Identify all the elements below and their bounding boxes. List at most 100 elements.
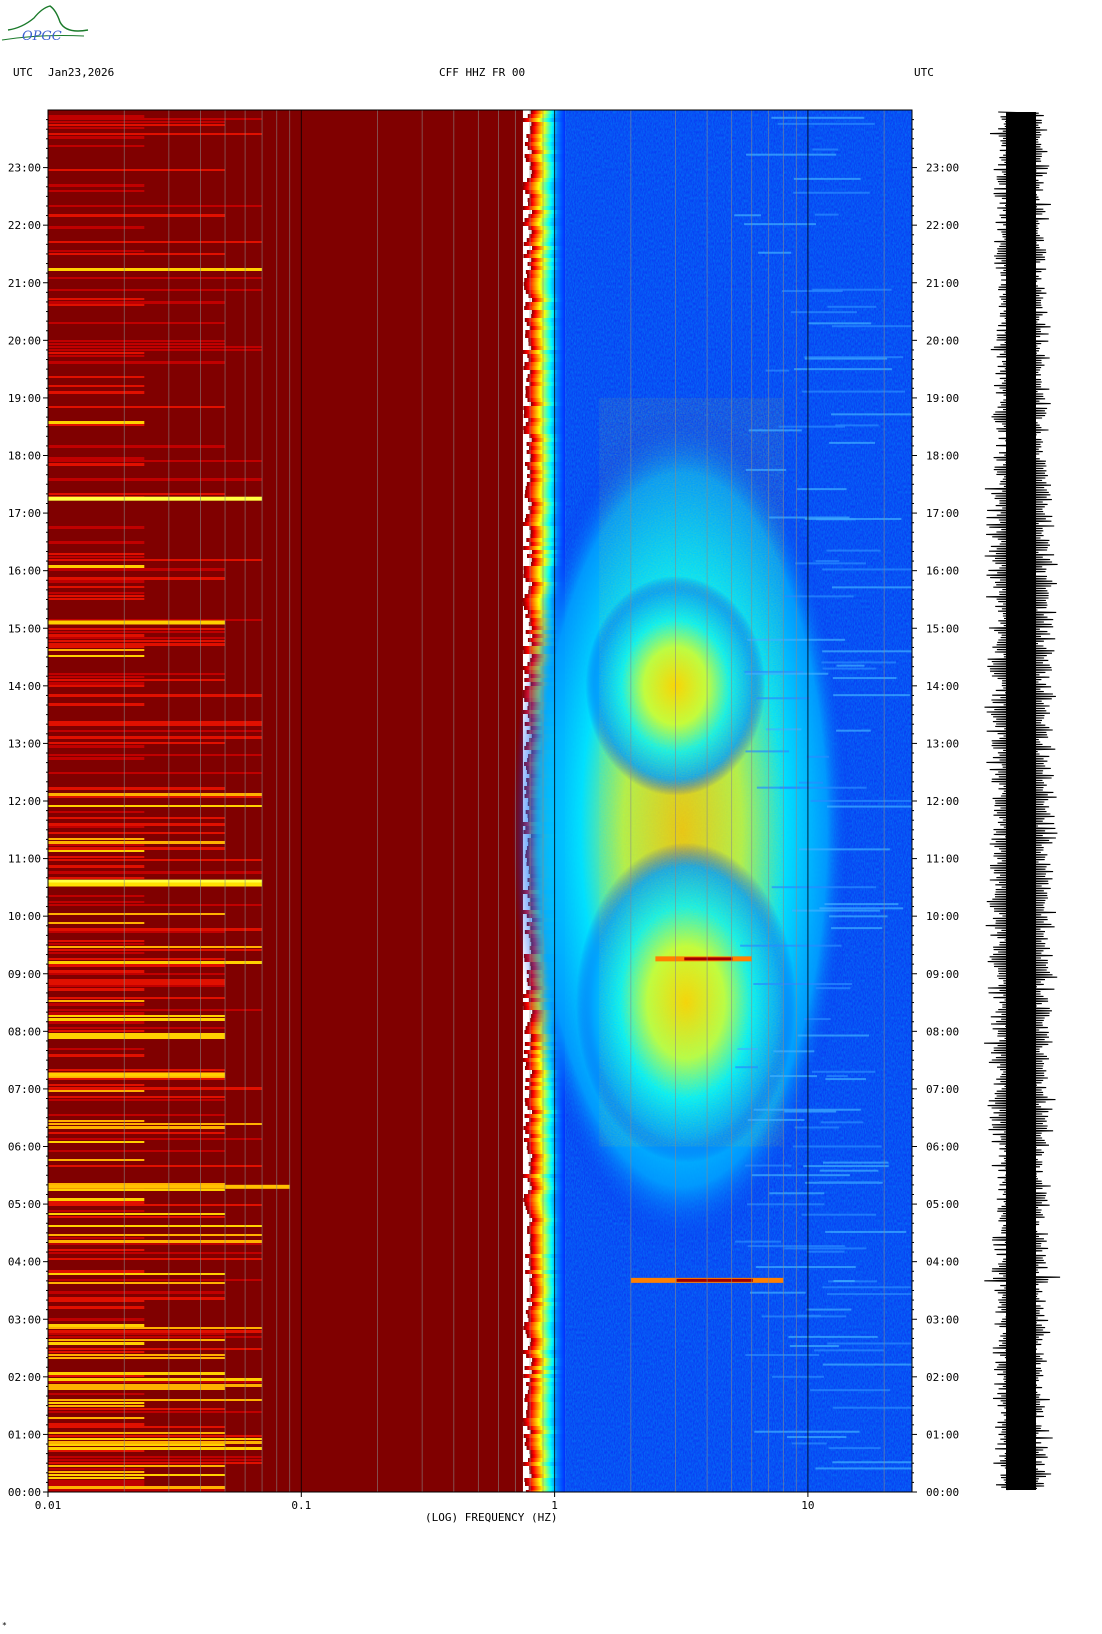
heatmap-streak (48, 871, 263, 874)
heatmap-transition (525, 330, 566, 334)
heatmap-hf-streak (815, 1467, 912, 1470)
heatmap-streak (48, 895, 145, 897)
heatmap-streak (48, 637, 226, 639)
heatmap-speckle (599, 397, 784, 1147)
heatmap-transition (529, 370, 566, 374)
heatmap-transition (525, 334, 566, 338)
y-tick-label-left: 05:00 (8, 1198, 41, 1211)
heatmap-transition (522, 1418, 566, 1422)
heatmap-transition (530, 1430, 566, 1434)
heatmap-transition (530, 1158, 566, 1162)
heatmap-hf-streak (740, 944, 842, 947)
heatmap-transition (526, 442, 566, 446)
heatmap-streak (48, 1393, 145, 1395)
heatmap-transition (524, 1202, 566, 1206)
heatmap-hf-streak (788, 1335, 878, 1338)
heatmap-transition (531, 210, 566, 214)
heatmap-streak (48, 424, 145, 426)
heatmap-transition (527, 1150, 566, 1154)
y-tick-label-right: 04:00 (926, 1256, 959, 1269)
heatmap-hf-streak (771, 886, 877, 889)
heatmap-streak (48, 973, 226, 975)
heatmap-transition (529, 166, 566, 170)
heatmap-transition (529, 434, 566, 438)
heatmap-streak (48, 322, 226, 324)
heatmap-transition (527, 1226, 566, 1230)
heatmap-streak (48, 595, 145, 597)
heatmap-streak (48, 1234, 263, 1236)
y-tick-label-left: 23:00 (8, 162, 41, 175)
heatmap-streak (48, 1198, 145, 1201)
heatmap-transition (530, 1342, 566, 1346)
heatmap-streak (48, 1435, 263, 1437)
heatmap-hf-streak (798, 781, 824, 784)
heatmap-hf-streak (746, 1203, 825, 1206)
heatmap-transition (527, 1390, 566, 1394)
heatmap-transition (525, 1206, 566, 1210)
heatmap-streak (48, 1123, 263, 1125)
heatmap-transition (525, 1310, 566, 1314)
heatmap-transition (531, 310, 566, 314)
heatmap-hf-streak (822, 650, 912, 653)
heatmap-hf-streak (821, 661, 897, 664)
heatmap-transition (526, 274, 566, 278)
heatmap-transition (529, 1170, 566, 1174)
heatmap-hf-streak (737, 1047, 759, 1050)
heatmap-transition (526, 450, 566, 454)
heatmap-streak (48, 556, 145, 558)
heatmap-streak (48, 406, 226, 408)
heatmap-streak (48, 1399, 263, 1401)
heatmap-transition (532, 246, 566, 250)
heatmap-transition (524, 494, 566, 498)
heatmap-transition (527, 1402, 566, 1406)
heatmap-streak (48, 391, 145, 394)
heatmap-transition (530, 1234, 566, 1238)
heatmap-hf-streak (823, 1161, 889, 1164)
y-tick-label-right: 16:00 (926, 565, 959, 578)
heatmap-transition (524, 154, 566, 158)
heatmap-streak (48, 205, 263, 207)
heatmap-streak (48, 1132, 226, 1134)
heatmap-streak (48, 1249, 145, 1251)
heatmap-hf-streak (771, 116, 865, 119)
heatmap-streak (48, 745, 145, 748)
heatmap-transition (527, 474, 566, 478)
heatmap-streak (48, 1282, 226, 1284)
heatmap-hf-streak (827, 305, 877, 308)
heatmap-transition (524, 1398, 566, 1402)
heatmap-transition (526, 1146, 566, 1150)
heatmap-transition (526, 1382, 566, 1386)
heatmap-transition (530, 478, 566, 482)
heatmap-streak (48, 1279, 263, 1281)
heatmap-streak (48, 1438, 263, 1440)
heatmap-transition (522, 1350, 566, 1354)
heatmap-streak (48, 349, 263, 351)
heatmap-hf-streak (793, 177, 861, 180)
y-tick-label-left: 09:00 (8, 968, 41, 981)
heatmap-transition (524, 218, 566, 222)
heatmap-transition (530, 534, 566, 538)
heatmap-streak (48, 580, 145, 583)
heatmap-transition (531, 1290, 566, 1294)
heatmap-transition (524, 362, 566, 366)
heatmap-hf-streak (827, 1342, 912, 1345)
y-tick-label-left: 15:00 (8, 622, 41, 635)
heatmap-transition (531, 438, 566, 442)
heatmap-streak (48, 901, 145, 903)
heatmap-streak (48, 301, 226, 304)
heatmap-streak (48, 421, 145, 424)
heatmap-transition (528, 418, 566, 422)
heatmap-transition (523, 406, 566, 410)
heatmap-hf-streak (832, 1461, 912, 1464)
heatmap-streak (48, 1444, 226, 1446)
heatmap-transition (525, 386, 566, 390)
spectrogram-heatmap (48, 110, 912, 1492)
heatmap-transition (531, 230, 566, 234)
heatmap-streak (48, 1243, 263, 1245)
heatmap-transition (527, 398, 566, 402)
y-tick-label-right: 11:00 (926, 853, 959, 866)
y-tick-label-left: 13:00 (8, 737, 41, 750)
heatmap-streak (48, 1354, 226, 1356)
heatmap-transition (526, 1334, 566, 1338)
y-tick-label-left: 16:00 (8, 565, 41, 578)
